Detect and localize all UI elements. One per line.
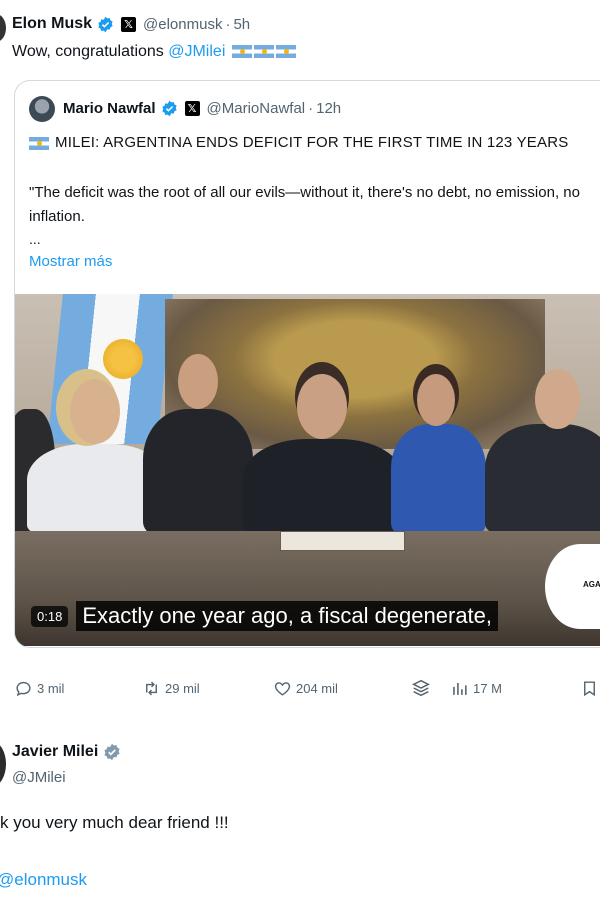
author-handle[interactable]: @elonmusk xyxy=(143,16,222,33)
verified-badge-icon xyxy=(98,16,113,32)
grok-button[interactable] xyxy=(410,676,436,700)
video-player[interactable]: AGARR 0:18 Exactly one year ago, a fisca… xyxy=(15,294,600,646)
reply-text: k you very much dear friend !!! xyxy=(0,813,229,832)
timestamp[interactable]: 5h xyxy=(233,16,250,33)
stack-icon xyxy=(412,679,430,697)
quote-ellipsis: ... xyxy=(29,231,41,247)
quote-headline: MILEI: ARGENTINA ENDS DEFICIT FOR THE FI… xyxy=(29,134,568,151)
views-count: 17 M xyxy=(473,680,502,696)
tweet-header: Elon Musk 𝕏 @elonmusk · 5h xyxy=(12,14,250,34)
quote-headline-text: MILEI: ARGENTINA ENDS DEFICIT FOR THE FI… xyxy=(55,134,569,151)
views-chart-icon xyxy=(453,682,467,695)
video-sun-graphic xyxy=(103,339,143,379)
quote-header: Mario Nawfal 𝕏 @MarioNawfal · 12h xyxy=(63,100,341,117)
bookmark-icon xyxy=(584,680,595,696)
mention-link[interactable]: @JMilei xyxy=(168,43,225,60)
repost-button[interactable]: 29 mil xyxy=(142,676,200,700)
quote-avatar[interactable] xyxy=(29,96,55,122)
quote-author-name[interactable]: Mario Nawfal xyxy=(63,100,156,117)
reply-header: Javier Milei xyxy=(12,743,121,761)
verified-badge-icon xyxy=(104,743,120,761)
x-affiliate-icon: 𝕏 xyxy=(184,101,200,116)
avatar[interactable] xyxy=(0,14,6,42)
bookmark-button[interactable] xyxy=(580,676,600,700)
video-timecode: 0:18 xyxy=(31,605,69,627)
argentina-flag-icon xyxy=(29,136,49,150)
x-affiliate-icon: 𝕏 xyxy=(121,16,137,32)
video-person xyxy=(391,424,486,534)
show-more-link[interactable]: Mostrar más xyxy=(29,253,112,270)
separator-dot: · xyxy=(308,100,314,117)
verified-badge-icon xyxy=(161,100,177,117)
video-person xyxy=(143,409,253,534)
reply-author-handle[interactable]: @JMilei xyxy=(12,769,66,786)
repost-icon xyxy=(146,681,157,695)
reply-count: 3 mil xyxy=(37,680,65,696)
video-person xyxy=(243,439,403,534)
video-caption-row: 0:18 Exactly one year ago, a fiscal dege… xyxy=(31,601,499,631)
reply-button[interactable]: 3 mil xyxy=(14,676,64,700)
video-caption: Exactly one year ago, a fiscal degenerat… xyxy=(76,601,499,631)
like-button[interactable]: 204 mil xyxy=(273,676,338,700)
video-book xyxy=(280,531,405,551)
video-person-head xyxy=(178,354,218,409)
repost-count: 29 mil xyxy=(165,680,200,696)
video-person-head xyxy=(297,374,347,439)
heart-icon xyxy=(274,681,291,696)
argentina-flag-icon xyxy=(231,45,252,59)
quote-author-handle[interactable]: @MarioNawfal xyxy=(207,100,306,117)
video-person-head xyxy=(70,379,120,444)
author-name[interactable]: Elon Musk xyxy=(12,15,92,33)
tweet-body: Wow, congratulations xyxy=(12,43,169,60)
reply-icon xyxy=(16,681,31,696)
reply-avatar[interactable] xyxy=(0,742,6,786)
reply-mention-link[interactable]: @elonmusk xyxy=(0,870,87,890)
channel-logo-text: AGARR xyxy=(583,580,600,589)
quoted-tweet-card[interactable]: Mario Nawfal 𝕏 @MarioNawfal · 12h MILEI:… xyxy=(14,80,600,648)
action-bar: 3 mil 29 mil 204 mil 17 M xyxy=(0,676,600,700)
reply-author-name[interactable]: Javier Milei xyxy=(12,743,98,761)
separator-dot: · xyxy=(225,15,231,33)
argentina-flag-icon xyxy=(275,45,296,59)
quote-body: "The deficit was the root of all our evi… xyxy=(29,184,580,225)
like-count: 204 mil xyxy=(296,680,338,696)
views-button[interactable]: 17 M xyxy=(450,676,502,700)
quote-timestamp[interactable]: 12h xyxy=(316,100,341,117)
argentina-flag-icon xyxy=(253,45,274,59)
video-person xyxy=(485,424,600,534)
video-person-head xyxy=(417,374,455,426)
video-person-head xyxy=(535,369,580,429)
tweet-text: Wow, congratulations @JMilei xyxy=(12,43,296,61)
